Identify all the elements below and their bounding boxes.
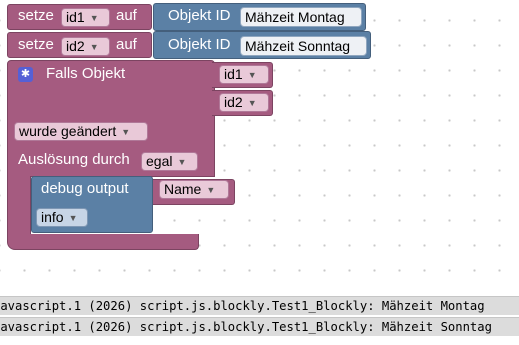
object-id-field-1[interactable]: Mähzeit Montag: [240, 7, 362, 27]
trigger-id-dropdown-1[interactable]: id1 ▼: [219, 65, 269, 84]
set-keyword-2: setze: [18, 36, 54, 53]
chevron-down-icon: ▼: [247, 98, 257, 108]
blockly-workspace[interactable]: setze id1 ▼ auf Objekt ID Mähzeit Montag …: [0, 0, 519, 282]
variable-dropdown-1[interactable]: id1 ▼: [61, 8, 110, 27]
trigger-source-label: Auslösung durch: [18, 151, 130, 168]
gear-icon[interactable]: ✱: [18, 67, 33, 82]
set-keyword-1: setze: [18, 7, 54, 24]
chevron-down-icon: ▼: [177, 157, 187, 167]
chevron-down-icon: ▼: [89, 13, 99, 23]
change-type-dropdown[interactable]: wurde geändert ▼: [14, 122, 148, 141]
trigger-source-dropdown[interactable]: egal ▼: [141, 152, 198, 171]
log-line-1: javascript.1 (2026) script.js.blockly.Te…: [0, 296, 519, 315]
chevron-down-icon: ▼: [68, 213, 78, 223]
trigger-title: Falls Objekt: [46, 65, 126, 82]
log-line-2: javascript.1 (2026) script.js.blockly.Te…: [0, 317, 519, 336]
set-on-label-2: auf: [116, 36, 137, 53]
debug-value-dropdown[interactable]: Name ▼: [159, 180, 229, 199]
chevron-down-icon: ▼: [89, 42, 99, 52]
chevron-down-icon: ▼: [121, 127, 131, 137]
trigger-id-dropdown-2[interactable]: id2 ▼: [219, 93, 269, 112]
chevron-down-icon: ▼: [206, 185, 216, 195]
variable-dropdown-2[interactable]: id2 ▼: [61, 37, 110, 56]
object-id-field-2[interactable]: Mähzeit Sonntag: [240, 36, 367, 56]
set-on-label-1: auf: [116, 7, 137, 24]
chevron-down-icon: ▼: [247, 70, 257, 80]
debug-level-dropdown[interactable]: info ▼: [36, 208, 88, 227]
object-id-label-2: Objekt ID: [168, 36, 231, 53]
trigger-block-left-arm: [7, 176, 31, 236]
trigger-block-bottom: [7, 234, 199, 250]
object-id-label-1: Objekt ID: [168, 7, 231, 24]
debug-output-title: debug output: [41, 180, 129, 197]
